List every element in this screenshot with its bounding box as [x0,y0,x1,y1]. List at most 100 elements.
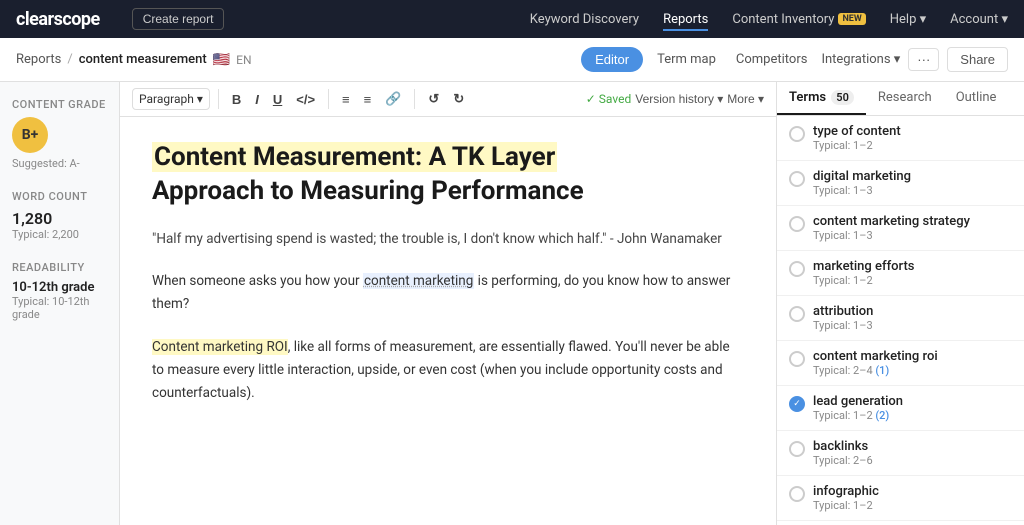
paragraph-select[interactable]: Paragraph ▾ [132,88,210,110]
right-panel: Terms 50 Research Outline type of conten… [776,82,1024,525]
term-name: type of content [813,124,1012,139]
code-button[interactable]: </> [291,89,320,110]
editor-button[interactable]: Editor [581,47,643,72]
term-name: marketing efforts [813,259,1012,274]
grade-circle: B+ [12,117,48,153]
share-button[interactable]: Share [947,47,1008,72]
document-quote: "Half my advertising spend is wasted; th… [152,229,744,251]
term-name: content marketing strategy [813,214,1012,229]
term-typical: Typical: 1–2 [813,499,1012,512]
list-item[interactable]: infographicTypical: 1–2 [777,476,1024,521]
integrations-link[interactable]: Integrations ▾ [821,52,900,67]
term-name: backlinks [813,439,1012,454]
term-typical: Typical: 1–2 [813,274,1012,287]
readability-label: Readability [12,261,107,274]
sub-nav-actions: Editor Term map Competitors Integrations… [581,47,1008,72]
toolbar-divider-3 [414,89,415,109]
nav-keyword-discovery[interactable]: Keyword Discovery [530,8,639,31]
breadcrumb-current: content measurement [79,52,207,67]
title-highlight: Content Measurement: A TK Layer [152,142,557,172]
bold-button[interactable]: B [227,89,246,110]
main-layout: Content grade B+ Suggested: A- Word coun… [0,82,1024,525]
term-typical: Typical: 1–2 (2) [813,409,1012,422]
undo-button[interactable]: ↺ [423,88,444,110]
more-toolbar-button[interactable]: More ▾ [727,92,764,106]
list-item[interactable]: backlinksTypical: 2–6 [777,431,1024,476]
link-button[interactable]: 🔗 [380,88,406,110]
left-sidebar: Content grade B+ Suggested: A- Word coun… [0,82,120,525]
breadcrumb-lang: EN [236,53,251,67]
numbered-list-button[interactable]: ≡ [359,89,377,110]
term-radio[interactable] [789,441,805,457]
readability-section: Readability 10-12th grade Typical: 10-12… [12,261,107,321]
list-item[interactable]: lead generationTypical: 1–2 (2) [777,386,1024,431]
bullet-list-button[interactable]: ≡ [337,89,355,110]
new-badge: NEW [838,13,865,25]
sub-navigation: Reports / content measurement 🇺🇸 EN Edit… [0,38,1024,82]
readability-typical: Typical: 10-12th grade [12,295,107,321]
term-radio[interactable] [789,126,805,142]
logo: clearscope [16,9,100,30]
panel-tabs: Terms 50 Research Outline [777,82,1024,116]
grade-suggested: Suggested: A- [12,157,107,170]
list-item[interactable]: attributionTypical: 1–3 [777,296,1024,341]
redo-button[interactable]: ↻ [448,88,469,110]
term-typical: Typical: 1–3 [813,319,1012,332]
term-name: content marketing roi [813,349,1012,364]
tab-research[interactable]: Research [866,82,944,115]
readability-value: 10-12th grade [12,280,107,295]
tab-terms[interactable]: Terms 50 [777,82,866,115]
toolbar-divider-1 [218,89,219,109]
nav-reports[interactable]: Reports [663,8,708,31]
nav-account[interactable]: Account ▾ [950,12,1008,27]
toolbar-divider-2 [328,89,329,109]
create-report-button[interactable]: Create report [132,8,225,30]
nav-help[interactable]: Help ▾ [890,12,926,27]
breadcrumb-reports[interactable]: Reports [16,52,61,67]
term-typical: Typical: 2–4 (1) [813,364,1012,377]
list-item[interactable]: digital marketingTypical: 1–3 [777,161,1024,206]
list-item[interactable]: content marketing roiTypical: 2–4 (1) [777,341,1024,386]
term-map-link[interactable]: Term map [651,48,722,71]
word-count-section: Word count 1,280 Typical: 2,200 [12,190,107,241]
more-button[interactable]: ··· [908,48,939,71]
breadcrumb-flag: 🇺🇸 [213,52,230,68]
term-typical: Typical: 1–3 [813,184,1012,197]
document-title: Content Measurement: A TK Layer Approach… [152,141,744,209]
document-para1: When someone asks you how your content m… [152,270,744,316]
term-radio[interactable] [789,351,805,367]
document-para2: Content marketing ROI, like all forms of… [152,336,744,405]
term-typical: Typical: 1–3 [813,229,1012,242]
underline-button[interactable]: U [268,89,287,110]
saved-status: ✓ Saved [586,92,631,106]
list-item[interactable]: type of contentTypical: 1–2 [777,116,1024,161]
term-typical: Typical: 2–6 [813,454,1012,467]
breadcrumb-separator: / [67,52,72,67]
list-item[interactable]: content marketing strategyTypical: 1–3 [777,206,1024,251]
editor-area: Paragraph ▾ B I U </> ≡ ≡ 🔗 ↺ ↻ ✓ Saved … [120,82,776,525]
content-grade-section: Content grade B+ Suggested: A- [12,98,107,170]
title-part2: Approach to Measuring Performance [152,176,584,206]
breadcrumb: Reports / content measurement 🇺🇸 EN [16,52,581,68]
term-radio[interactable] [789,396,805,412]
term-radio[interactable] [789,261,805,277]
version-history-button[interactable]: Version history ▾ [635,92,723,106]
top-navigation: clearscope Create report Keyword Discove… [0,0,1024,38]
term-radio[interactable] [789,486,805,502]
list-item[interactable]: marketing effortsTypical: 1–2 [777,251,1024,296]
competitors-link[interactable]: Competitors [730,48,814,71]
term-name: attribution [813,304,1012,319]
roi-highlight: Content marketing ROI [152,339,288,355]
term-radio[interactable] [789,306,805,322]
nav-content-inventory[interactable]: Content Inventory NEW [732,8,865,31]
tab-outline[interactable]: Outline [944,82,1009,115]
term-radio[interactable] [789,171,805,187]
italic-button[interactable]: I [250,89,264,110]
list-item[interactable]: ctrTypical: 2–4 [777,521,1024,525]
terms-count: 50 [831,90,854,105]
term-name: infographic [813,484,1012,499]
term-name: lead generation [813,394,1012,409]
term-radio[interactable] [789,216,805,232]
word-count-value: 1,280 [12,209,107,228]
editor-content[interactable]: Content Measurement: A TK Layer Approach… [120,117,776,525]
